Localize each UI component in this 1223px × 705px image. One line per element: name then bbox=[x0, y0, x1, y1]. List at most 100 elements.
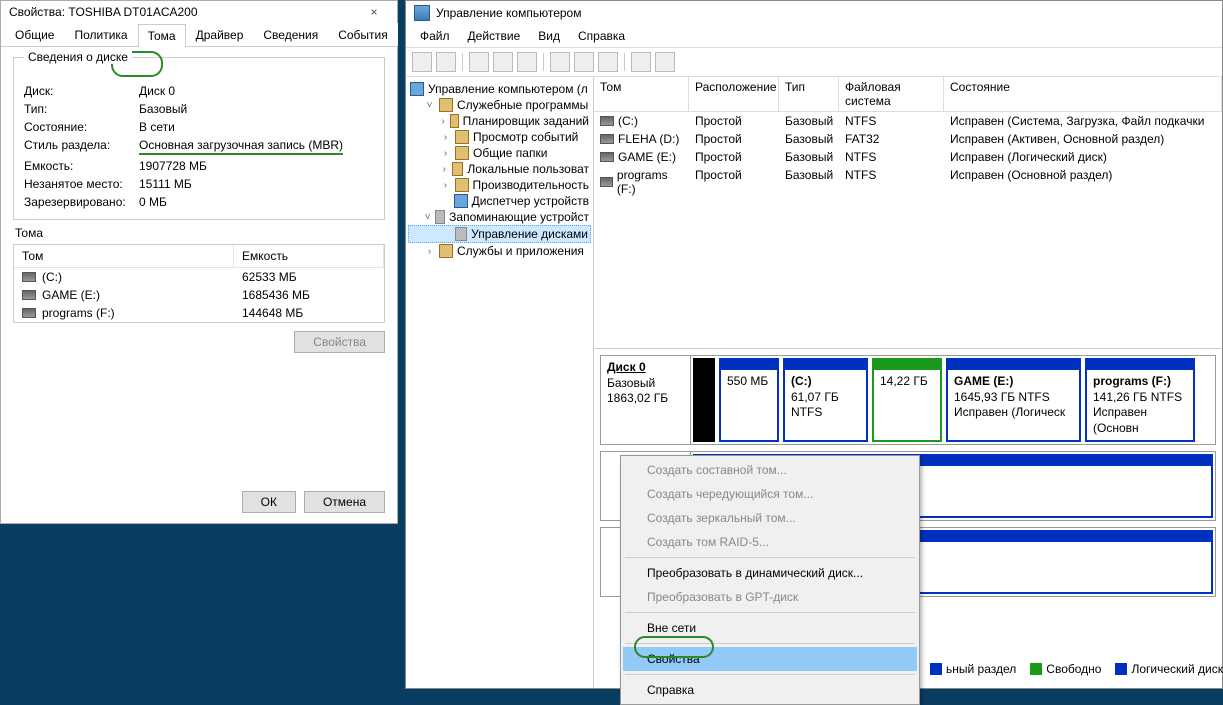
folder-icon bbox=[439, 98, 453, 112]
tab-policy[interactable]: Политика bbox=[64, 23, 137, 46]
grid-row[interactable]: programs (F:)ПростойБазовыйNTFSИсправен … bbox=[594, 166, 1222, 198]
volume-grid: Том Расположение Тип Файловая система Со… bbox=[594, 77, 1222, 349]
volume-icon bbox=[22, 290, 36, 300]
col-type[interactable]: Тип bbox=[779, 77, 839, 111]
disk-icon bbox=[455, 227, 467, 241]
free-value: 15111 МБ bbox=[139, 177, 192, 191]
volume-row[interactable]: GAME (E:)1685436 МБ bbox=[14, 286, 384, 304]
help-button[interactable] bbox=[550, 52, 570, 72]
tab-volumes[interactable]: Тома bbox=[138, 24, 186, 47]
tree-services[interactable]: ›Службы и приложения bbox=[408, 243, 591, 259]
ctx-offline[interactable]: Вне сети bbox=[623, 616, 917, 640]
volume-icon bbox=[22, 272, 36, 282]
tree-system-tools[interactable]: ˅Служебные программы bbox=[408, 97, 591, 113]
legend-free-icon bbox=[1030, 663, 1042, 675]
tb-btn[interactable] bbox=[655, 52, 675, 72]
device-icon bbox=[454, 194, 467, 208]
partition-c[interactable]: (C:) 61,07 ГБ NTFS bbox=[783, 358, 868, 442]
type-label: Тип: bbox=[24, 102, 139, 116]
disk-label: Диск: bbox=[24, 84, 139, 98]
ctx-convert-gpt[interactable]: Преобразовать в GPT-диск bbox=[623, 585, 917, 609]
tb-btn[interactable] bbox=[493, 52, 513, 72]
menu-view[interactable]: Вид bbox=[530, 27, 568, 45]
tb-btn[interactable] bbox=[517, 52, 537, 72]
properties-button[interactable]: Свойства bbox=[294, 331, 385, 353]
col-volume[interactable]: Том bbox=[594, 77, 689, 111]
menu-bar: Файл Действие Вид Справка bbox=[406, 25, 1222, 48]
window-title: Управление компьютером bbox=[436, 6, 581, 20]
tree-shared-folders[interactable]: ›Общие папки bbox=[408, 145, 591, 161]
forward-button[interactable] bbox=[436, 52, 456, 72]
tree-event-viewer[interactable]: ›Просмотр событий bbox=[408, 129, 591, 145]
col-capacity[interactable]: Емкость bbox=[234, 245, 384, 267]
volume-icon bbox=[22, 308, 36, 318]
tb-btn[interactable] bbox=[469, 52, 489, 72]
volume-row[interactable]: programs (F:)144648 МБ bbox=[14, 304, 384, 322]
scheduler-icon bbox=[450, 114, 459, 128]
disk-header[interactable]: Диск 0 Базовый 1863,02 ГБ bbox=[601, 356, 691, 444]
tab-details[interactable]: Сведения bbox=[253, 23, 328, 46]
ctx-help[interactable]: Справка bbox=[623, 678, 917, 702]
cancel-button[interactable]: Отмена bbox=[304, 491, 385, 513]
events-icon bbox=[455, 130, 469, 144]
partition-free[interactable]: 14,22 ГБ bbox=[872, 358, 942, 442]
type-value: Базовый bbox=[139, 102, 187, 116]
menu-file[interactable]: Файл bbox=[412, 27, 458, 45]
ctx-striped-volume[interactable]: Создать чередующийся том... bbox=[623, 482, 917, 506]
tree-performance[interactable]: ›Производительность bbox=[408, 177, 591, 193]
close-button[interactable]: × bbox=[359, 5, 389, 19]
app-icon bbox=[414, 5, 430, 21]
col-layout[interactable]: Расположение bbox=[689, 77, 779, 111]
menu-help[interactable]: Справка bbox=[570, 27, 633, 45]
ctx-raid5-volume[interactable]: Создать том RAID-5... bbox=[623, 530, 917, 554]
volume-icon bbox=[600, 152, 614, 162]
tree-local-users[interactable]: ›Локальные пользоват bbox=[408, 161, 591, 177]
partition[interactable]: 550 МБ bbox=[719, 358, 779, 442]
legend: ьный раздел Свободно Логический диск bbox=[930, 660, 1223, 677]
partition-programs[interactable]: programs (F:) 141,26 ГБ NTFS Исправен (О… bbox=[1085, 358, 1195, 442]
toolbar bbox=[406, 48, 1222, 77]
grid-row[interactable]: (C:)ПростойБазовыйNTFSИсправен (Система,… bbox=[594, 112, 1222, 130]
navigation-tree: Управление компьютером (л ˅Служебные про… bbox=[406, 77, 594, 688]
grid-row[interactable]: FLEHA (D:)ПростойБазовыйFAT32Исправен (А… bbox=[594, 130, 1222, 148]
tree-storage[interactable]: ˅Запоминающие устройст bbox=[408, 209, 591, 225]
col-volume[interactable]: Том bbox=[14, 245, 234, 267]
perf-icon bbox=[455, 178, 469, 192]
volume-icon bbox=[600, 116, 614, 126]
tree-root[interactable]: Управление компьютером (л bbox=[408, 81, 591, 97]
services-icon bbox=[439, 244, 453, 258]
style-label: Стиль раздела: bbox=[24, 138, 139, 155]
col-filesystem[interactable]: Файловая система bbox=[839, 77, 944, 111]
tree-disk-management[interactable]: Управление дисками bbox=[408, 225, 591, 243]
tab-events[interactable]: События bbox=[328, 23, 398, 46]
tb-btn[interactable] bbox=[598, 52, 618, 72]
ctx-spanned-volume[interactable]: Создать составной том... bbox=[623, 458, 917, 482]
menu-action[interactable]: Действие bbox=[460, 27, 529, 45]
state-label: Состояние: bbox=[24, 120, 139, 134]
ctx-convert-dynamic[interactable]: Преобразовать в динамический диск... bbox=[623, 561, 917, 585]
back-button[interactable] bbox=[412, 52, 432, 72]
ctx-properties[interactable]: Свойства bbox=[623, 647, 917, 671]
group-title: Сведения о диске bbox=[24, 50, 132, 64]
folder-icon bbox=[455, 146, 469, 160]
volume-icon bbox=[600, 177, 613, 187]
ok-button[interactable]: ОК bbox=[242, 491, 296, 513]
partition[interactable] bbox=[693, 358, 715, 442]
tree-scheduler[interactable]: ›Планировщик заданий bbox=[408, 113, 591, 129]
disk-properties-dialog: Свойства: TOSHIBA DT01ACA200 × Общие Пол… bbox=[0, 0, 398, 524]
disk-row[interactable]: Диск 0 Базовый 1863,02 ГБ 550 МБ (C:) 61… bbox=[600, 355, 1216, 445]
context-menu: Создать составной том... Создать чередую… bbox=[620, 455, 920, 705]
volume-row[interactable]: (C:)62533 МБ bbox=[14, 268, 384, 286]
tab-general[interactable]: Общие bbox=[5, 23, 64, 46]
capacity-value: 1907728 МБ bbox=[139, 159, 207, 173]
ctx-mirrored-volume[interactable]: Создать зеркальный том... bbox=[623, 506, 917, 530]
state-value: В сети bbox=[139, 120, 175, 134]
tab-driver[interactable]: Драйвер bbox=[186, 23, 254, 46]
free-label: Незанятое место: bbox=[24, 177, 139, 191]
tb-btn[interactable] bbox=[631, 52, 651, 72]
partition-game[interactable]: GAME (E:) 1645,93 ГБ NTFS Исправен (Логи… bbox=[946, 358, 1081, 442]
tree-device-manager[interactable]: Диспетчер устройств bbox=[408, 193, 591, 209]
grid-row[interactable]: GAME (E:)ПростойБазовыйNTFSИсправен (Лог… bbox=[594, 148, 1222, 166]
tb-btn[interactable] bbox=[574, 52, 594, 72]
col-status[interactable]: Состояние bbox=[944, 77, 1222, 111]
